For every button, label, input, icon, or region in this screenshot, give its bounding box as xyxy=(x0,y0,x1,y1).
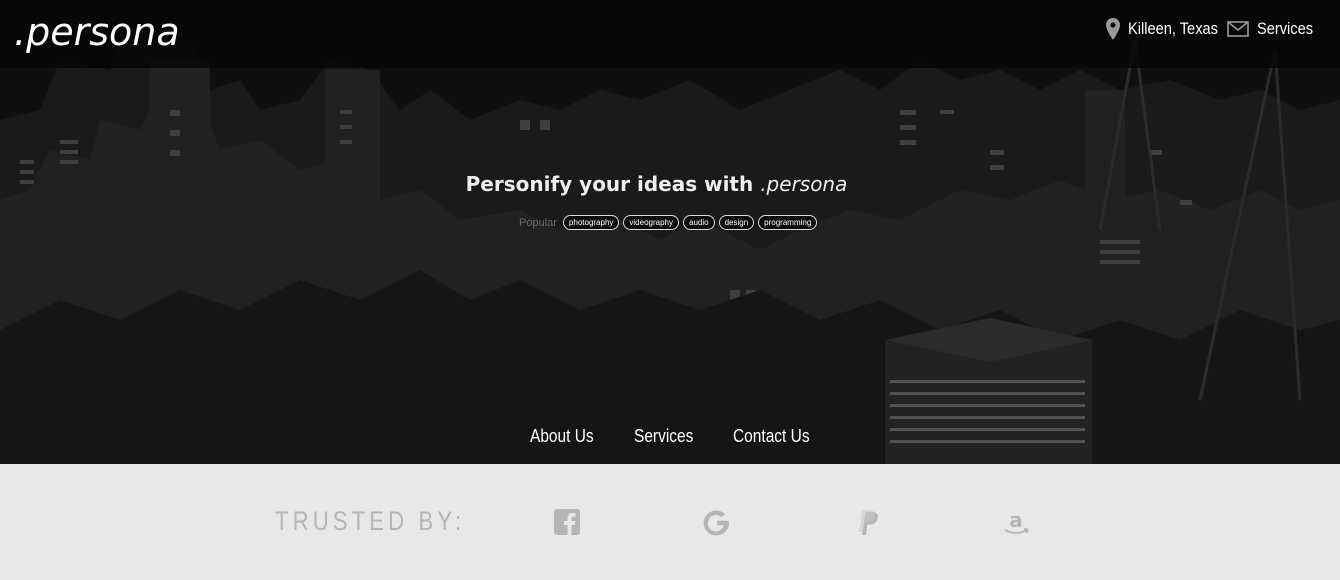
tag-design[interactable]: design xyxy=(718,215,755,230)
headline-text: Personify your ideas with xyxy=(465,172,761,196)
svg-text:a: a xyxy=(1009,508,1023,532)
popular-label: Popular xyxy=(519,216,557,229)
services-top-label: Services xyxy=(1256,19,1313,38)
top-nav-links: Killeen, Texas Services xyxy=(1106,18,1322,40)
top-navbar: .persona Killeen, Texas Services xyxy=(0,0,1340,68)
hero-headline: Personify your ideas with .persona xyxy=(0,172,1313,196)
headline-brand: .persona xyxy=(760,172,848,196)
map-pin-icon xyxy=(1106,18,1121,40)
trusted-by-label: TRUSTED BY: xyxy=(275,506,466,536)
about-us-link[interactable]: About Us xyxy=(530,426,594,447)
mail-icon xyxy=(1227,21,1249,37)
location-label: Killeen, Texas xyxy=(1128,19,1219,38)
city-skyline-background xyxy=(0,0,1340,464)
hero-bottom-nav: About Us Services Contact Us xyxy=(530,426,862,447)
tag-photography[interactable]: photography xyxy=(562,215,620,230)
amazon-icon: a xyxy=(1004,508,1029,534)
facebook-icon xyxy=(554,509,580,535)
tag-programming[interactable]: programming xyxy=(758,215,818,230)
google-icon xyxy=(703,510,729,536)
contact-us-link[interactable]: Contact Us xyxy=(733,426,810,447)
location-link[interactable]: Killeen, Texas xyxy=(1106,18,1233,40)
tag-videography[interactable]: videography xyxy=(623,215,679,230)
tag-audio[interactable]: audio xyxy=(683,215,715,230)
services-top-link[interactable]: Services xyxy=(1225,19,1322,39)
hero-section: .persona Killeen, Texas Services Personi… xyxy=(0,0,1340,464)
site-logo[interactable]: .persona xyxy=(14,10,180,54)
services-link[interactable]: Services xyxy=(634,426,693,447)
popular-tags: Popular photography videography audio de… xyxy=(519,215,821,230)
paypal-icon xyxy=(859,510,878,535)
